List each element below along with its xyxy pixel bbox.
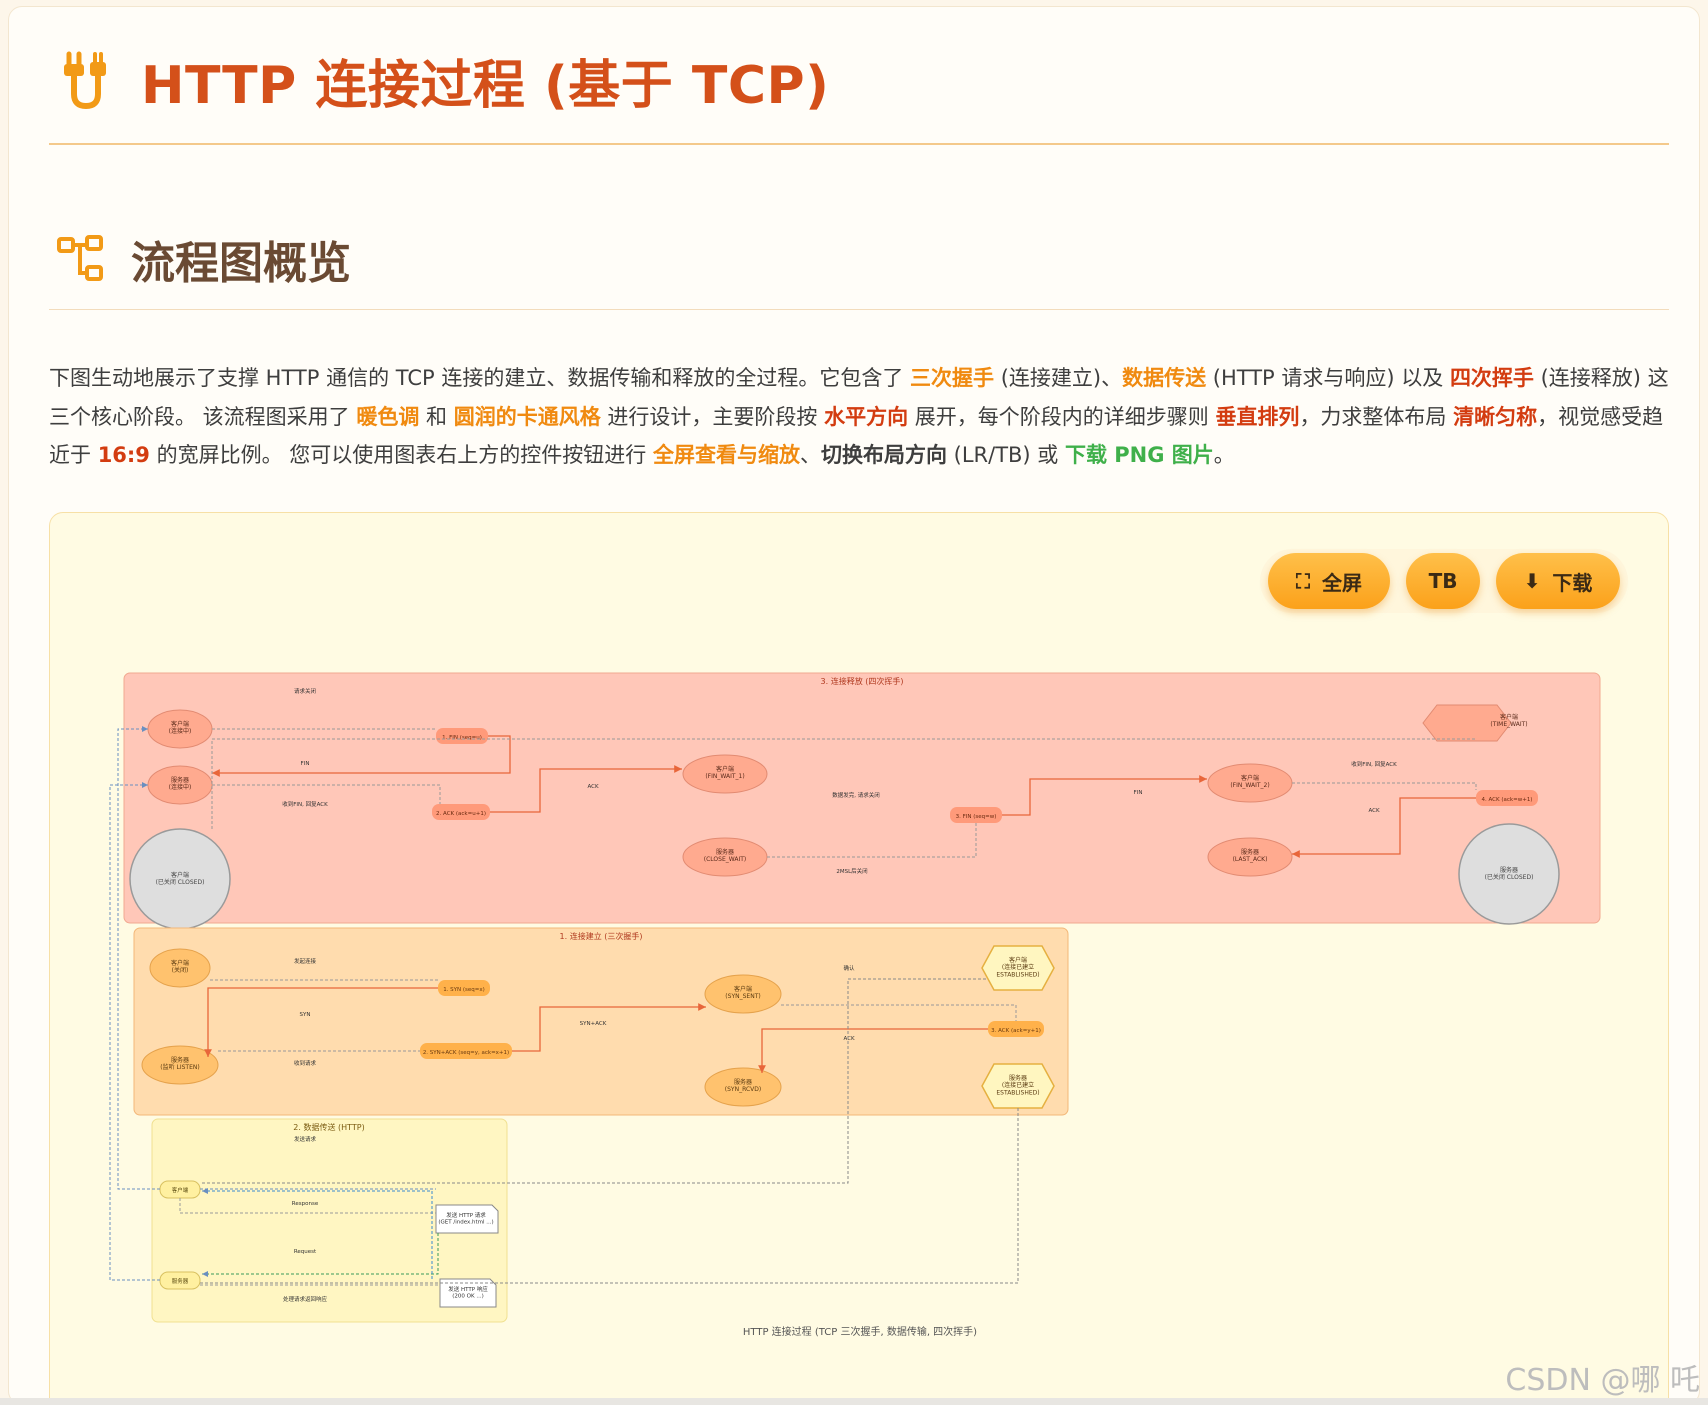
- keyword-fullscreen: 全屏查看与缩放: [652, 443, 800, 467]
- intro-text: (HTTP 请求与响应) 以及: [1206, 366, 1450, 390]
- overview-divider: [49, 309, 1669, 310]
- edge-label: SYN+ACK: [580, 1021, 607, 1027]
- edge-label: FIN: [1134, 790, 1143, 796]
- msg-fin-1-label: 1. FIN (seq=u): [442, 735, 482, 741]
- overview-heading: 流程图概览: [131, 238, 351, 289]
- keyword-ratio: 16:9: [97, 443, 150, 467]
- handshake-title: 1. 连接建立 (三次握手): [560, 931, 643, 941]
- edge-label: SYN: [300, 1012, 311, 1018]
- node-tr-request-label: 发送 HTTP 请求(GET /index.html ...): [438, 1211, 493, 1226]
- edge-label: ACK: [1368, 808, 1380, 814]
- transfer-group: 2. 数据传送 (HTTP) 发送请求 客户端 服务器 发送 HTTP 请求(G…: [151, 1118, 508, 1323]
- edge-label: ACK: [587, 784, 599, 790]
- window-bottom-bar: [0, 1398, 1708, 1405]
- node-tr-client-label: 客户端: [172, 1186, 189, 1194]
- intro-text: 的宽屏比例。 您可以使用图表右上方的控件按钮进行: [149, 443, 653, 467]
- watermark: CSDN @哪 吒: [1505, 1363, 1700, 1398]
- intro-text: 展开，每个阶段内的详细步骤则: [908, 404, 1216, 429]
- keyword-transfer: 数据传送: [1122, 366, 1207, 390]
- keyword-handshake: 三次握手: [910, 366, 995, 390]
- intro-text: 和: [419, 404, 454, 429]
- node-server-est-label: 服务器(连接中): [169, 776, 192, 791]
- edge-label: 2MSL后关闭: [836, 867, 867, 875]
- title-divider: [49, 143, 1669, 145]
- keyword-horizontal: 水平方向: [824, 404, 909, 429]
- edge-label: ACK: [843, 1036, 855, 1042]
- page-card: HTTP 连接过程 (基于 TCP) 流程图概览 下图生动地展示了支撑 HTTP…: [8, 6, 1700, 1405]
- edge-label: 发送请求: [294, 1135, 317, 1143]
- node-hs-client-closed-label: 客户端(关闭): [171, 959, 189, 974]
- node-client-est-label: 客户端(连接中): [169, 720, 192, 735]
- transfer-title: 2. 数据传送 (HTTP): [293, 1122, 364, 1132]
- intro-paragraph: 下图生动地展示了支撑 HTTP 通信的 TCP 连接的建立、数据传输和释放的全过…: [49, 359, 1674, 475]
- msg-synack-label: 2. SYN+ACK (seq=y, ack=x+1): [423, 1050, 509, 1056]
- flowchart: 3. 连接释放 (四次挥手) 客户端(连接中) 服务器(连接中) 客户端(已关闭…: [109, 672, 1601, 1338]
- msg-ack-4-label: 4. ACK (ack=w+1): [1482, 797, 1533, 803]
- intro-text: (连接建立)、: [994, 366, 1123, 390]
- diagram-caption: HTTP 连接过程 (TCP 三次握手, 数据传输, 四次挥手): [743, 1325, 977, 1338]
- edge-label: 发起连接: [294, 957, 317, 965]
- node-tr-server-label: 服务器: [172, 1277, 189, 1285]
- overview-heading-row: 流程图概览: [55, 229, 351, 289]
- handshake-group: 1. 连接建立 (三次握手) 客户端(关闭) 服务器(监听 LISTEN) 1.…: [133, 927, 1069, 1116]
- keyword-vertical: 垂直排列: [1215, 404, 1300, 429]
- edge-label: Request: [294, 1249, 317, 1255]
- intro-text: ，力求整体布局: [1299, 404, 1454, 429]
- edge-label: 数据发完, 请求关闭: [832, 791, 880, 799]
- keyword-warm: 暖色调: [356, 404, 420, 429]
- keyword-clear: 清晰匀称: [1453, 404, 1538, 429]
- diagram-container[interactable]: ⛶ 全屏 TB ⬇ 下载 3. 连接释放 (四次挥手) 客户端(连接中) 服务器…: [49, 512, 1669, 1404]
- intro-text: 进行设计，主要阶段按: [600, 404, 825, 429]
- intro-text: 、: [799, 443, 821, 467]
- edge-label: 收到FIN, 回复ACK: [1351, 760, 1397, 768]
- keyword-cartoon: 圆润的卡通风格: [453, 404, 601, 429]
- intro-text: 。: [1213, 443, 1235, 467]
- release-group: 3. 连接释放 (四次挥手) 客户端(连接中) 服务器(连接中) 客户端(已关闭…: [123, 672, 1601, 930]
- release-title: 3. 连接释放 (四次挥手): [821, 676, 904, 686]
- page-title-row: HTTP 连接过程 (基于 TCP): [55, 45, 830, 116]
- edge-label: FIN: [301, 761, 310, 767]
- keyword-wave: 四次挥手: [1449, 366, 1534, 390]
- msg-ack-label: 3. ACK (ack=y+1): [991, 1028, 1041, 1034]
- msg-fin-3-label: 3. FIN (seq=w): [956, 814, 997, 820]
- flowchart-icon: [57, 235, 103, 281]
- plug-icon: [64, 51, 106, 110]
- edge-label: 收到FIN, 回复ACK: [282, 800, 328, 808]
- edge-label: 请求关闭: [294, 687, 316, 695]
- intro-text: 下图生动地展示了支撑 HTTP 通信的 TCP 连接的建立、数据传输和释放的全过…: [49, 366, 911, 390]
- intro-text: (LR/TB) 或: [946, 443, 1065, 467]
- edge-label: Response: [292, 1201, 319, 1207]
- keyword-layout: 切换布局方向: [820, 443, 947, 467]
- msg-syn-label: 1. SYN (seq=x): [443, 987, 485, 993]
- page-title: HTTP 连接过程 (基于 TCP): [141, 55, 830, 116]
- keyword-download: 下载 PNG 图片: [1064, 443, 1214, 467]
- edge-label: 确认: [843, 964, 855, 972]
- node-tr-response-label: 发送 HTTP 响应(200 OK ...): [448, 1285, 488, 1300]
- msg-ack-2-label: 2. ACK (ack=u+1): [436, 811, 486, 817]
- edge-label: 收到请求: [294, 1059, 317, 1067]
- edge-label: 处理请求返回响应: [283, 1295, 328, 1303]
